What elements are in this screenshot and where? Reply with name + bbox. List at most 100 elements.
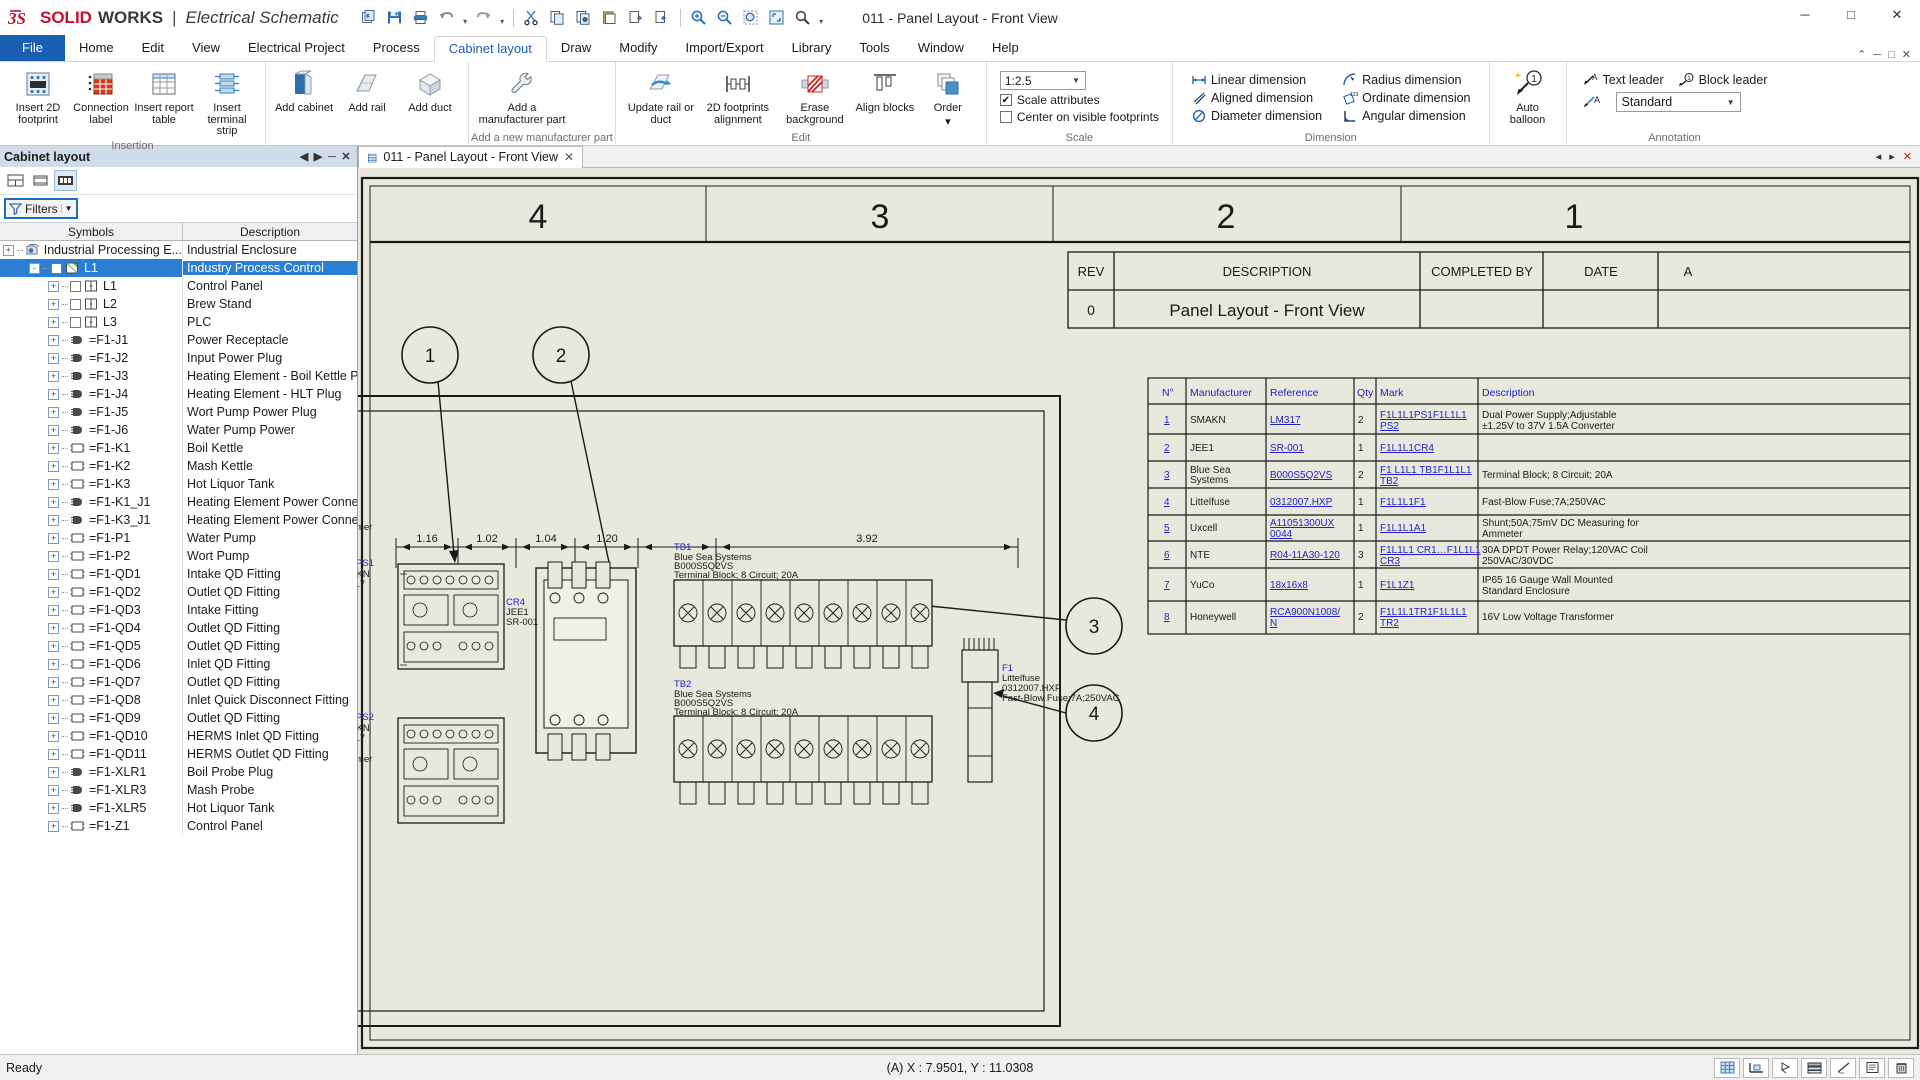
- center-on-visible-footprints-checkbox[interactable]: Center on visible footprints: [1000, 110, 1159, 124]
- tree-expand-icon[interactable]: +: [48, 317, 59, 328]
- tree-row-f1xlr5[interactable]: +=F1-XLR5Hot Liquor Tank: [0, 799, 357, 817]
- tree-row-f1j3[interactable]: +=F1-J3Heating Element - Boil Kettle Pl.…: [0, 367, 357, 385]
- chevron-down-icon[interactable]: ▼: [1727, 98, 1735, 107]
- maximize-button[interactable]: □: [1828, 0, 1874, 30]
- update-rail-or-duct-button[interactable]: Update rail or duct: [623, 65, 699, 128]
- insert-2d-footprint-button[interactable]: Insert 2D footprint: [7, 65, 69, 128]
- tab-draw[interactable]: Draw: [547, 35, 605, 61]
- radius-dimension-item[interactable]: Radius dimension: [1339, 72, 1473, 88]
- tree-row-checkbox[interactable]: [51, 263, 62, 274]
- tree-row-f1k2[interactable]: +=F1-K2Mash Kettle: [0, 457, 357, 475]
- component-tree[interactable]: +Industrial Processing E...Industrial En…: [0, 241, 357, 1054]
- tab-view[interactable]: View: [178, 35, 234, 61]
- tab-library[interactable]: Library: [778, 35, 846, 61]
- tree-row-f1k3j1[interactable]: +=F1-K3_J1Heating Element Power Conne...: [0, 511, 357, 529]
- scale-attributes-checkbox[interactable]: ✔ Scale attributes: [1000, 93, 1159, 107]
- tree-row-l1[interactable]: -L1Industry Process Control: [0, 259, 357, 277]
- connection-label-button[interactable]: Connection label: [70, 65, 132, 128]
- tree-expand-icon[interactable]: +: [48, 731, 59, 742]
- view-books-button[interactable]: [4, 170, 27, 191]
- tree-row-f1qd7[interactable]: +=F1-QD7Outlet QD Fitting: [0, 673, 357, 691]
- zoom-fit-icon[interactable]: [765, 6, 789, 30]
- scroll-tabs-right-icon[interactable]: ▸: [1889, 150, 1895, 163]
- close-button[interactable]: ✕: [1874, 0, 1920, 30]
- tree-row-l2[interactable]: +L2Brew Stand: [0, 295, 357, 313]
- tree-expand-icon[interactable]: +: [48, 821, 59, 832]
- ribbon-collapse-icon[interactable]: ⌃: [1857, 48, 1866, 61]
- order-button[interactable]: Order ▾: [917, 65, 979, 130]
- zoom-in-icon[interactable]: [687, 6, 711, 30]
- tree-row-f1z1[interactable]: +=F1-Z1Control Panel: [0, 817, 357, 835]
- tree-expand-icon[interactable]: +: [48, 623, 59, 634]
- document-tab-close-icon[interactable]: ✕: [564, 150, 574, 164]
- add-rail-button[interactable]: Add rail: [336, 65, 398, 117]
- tree-expand-icon[interactable]: +: [48, 479, 59, 490]
- cabinet-layout-filters-bar[interactable]: Filters ▼: [0, 195, 357, 222]
- customize-quick-access-icon[interactable]: ▾: [817, 7, 826, 29]
- copy-special-icon[interactable]: [572, 6, 596, 30]
- close-document-icon[interactable]: ✕: [1903, 150, 1912, 163]
- tab-tools[interactable]: Tools: [845, 35, 903, 61]
- cabinet-layout-panel-toolbar[interactable]: [0, 167, 357, 195]
- tab-modify[interactable]: Modify: [605, 35, 671, 61]
- document-close-icon[interactable]: ✕: [1902, 48, 1911, 61]
- tree-expand-icon[interactable]: +: [3, 245, 14, 256]
- tree-expand-icon[interactable]: +: [48, 605, 59, 616]
- search-icon[interactable]: [791, 6, 815, 30]
- new-document-icon[interactable]: [357, 6, 381, 30]
- add-cabinet-button[interactable]: Add cabinet: [273, 65, 335, 117]
- tree-expand-icon[interactable]: +: [48, 587, 59, 598]
- zoom-out-icon[interactable]: [713, 6, 737, 30]
- window-controls[interactable]: ─ □ ✕: [1782, 0, 1920, 36]
- tab-help[interactable]: Help: [978, 35, 1033, 61]
- tree-row-f1k3[interactable]: +=F1-K3Hot Liquor Tank: [0, 475, 357, 493]
- view-layout-button[interactable]: [54, 170, 77, 191]
- ordinate-dimension-item[interactable]: 123 Ordinate dimension: [1339, 90, 1473, 106]
- 2d-footprints-alignment-button[interactable]: 2D footprints alignment: [700, 65, 776, 128]
- quick-access-toolbar[interactable]: ▾ ▾: [357, 6, 826, 30]
- status-toggle-buttons[interactable]: [1714, 1058, 1914, 1078]
- tree-row-l1[interactable]: +L1Control Panel: [0, 277, 357, 295]
- print-preview-button[interactable]: [1859, 1058, 1885, 1078]
- tree-row-f1xlr1[interactable]: +=F1-XLR1Boil Probe Plug: [0, 763, 357, 781]
- delete-button[interactable]: [1888, 1058, 1914, 1078]
- tree-row-f1k1[interactable]: +=F1-K1Boil Kettle: [0, 439, 357, 457]
- tree-expand-icon[interactable]: +: [48, 443, 59, 454]
- snap-toggle-button[interactable]: [1772, 1058, 1798, 1078]
- tree-row-f1p2[interactable]: +=F1-P2Wort Pump: [0, 547, 357, 565]
- tree-row-f1qd3[interactable]: +=F1-QD3Intake Fitting: [0, 601, 357, 619]
- tree-expand-icon[interactable]: +: [48, 551, 59, 562]
- drawing-canvas[interactable]: 4 3 2 1 REV: [358, 168, 1920, 1054]
- document-tab-bar[interactable]: ▤ 011 - Panel Layout - Front View ✕ ◂ ▸ …: [358, 146, 1920, 168]
- view-cabinet-button[interactable]: [29, 170, 52, 191]
- save-icon[interactable]: [383, 6, 407, 30]
- tab-window[interactable]: Window: [904, 35, 978, 61]
- tree-row-f1xlr3[interactable]: +=F1-XLR3Mash Probe: [0, 781, 357, 799]
- import-icon[interactable]: [624, 6, 648, 30]
- tree-row-f1j1[interactable]: +=F1-J1Power Receptacle: [0, 331, 357, 349]
- export-icon[interactable]: [650, 6, 674, 30]
- layer-toggle-button[interactable]: [1801, 1058, 1827, 1078]
- tree-collapse-icon[interactable]: -: [29, 263, 40, 274]
- erase-background-button[interactable]: Erase background: [777, 65, 853, 128]
- print-icon[interactable]: [409, 6, 433, 30]
- tree-row-f1qd1[interactable]: +=F1-QD1Intake QD Fitting: [0, 565, 357, 583]
- tree-expand-icon[interactable]: +: [48, 299, 59, 310]
- tree-row-f1qd8[interactable]: +=F1-QD8Inlet Quick Disconnect Fitting: [0, 691, 357, 709]
- order-dropdown-icon[interactable]: ▾: [945, 117, 951, 129]
- tree-expand-icon[interactable]: +: [48, 767, 59, 778]
- panel-nav-right-button[interactable]: ▶: [311, 150, 325, 163]
- center-on-visible-footprints-checkbox-box[interactable]: [1000, 111, 1012, 123]
- document-maximize-icon[interactable]: □: [1888, 49, 1895, 61]
- diameter-dimension-item[interactable]: Diameter dimension: [1188, 108, 1325, 124]
- tree-row-checkbox[interactable]: [70, 317, 81, 328]
- scroll-tabs-left-icon[interactable]: ◂: [1876, 150, 1882, 163]
- scale-attributes-checkbox-box[interactable]: ✔: [1000, 94, 1012, 106]
- tree-row-f1j4[interactable]: +=F1-J4Heating Element - HLT Plug: [0, 385, 357, 403]
- tree-row-f1qd6[interactable]: +=F1-QD6Inlet QD Fitting: [0, 655, 357, 673]
- tree-row-f1qd9[interactable]: +=F1-QD9Outlet QD Fitting: [0, 709, 357, 727]
- panel-pin-button[interactable]: ─: [325, 151, 339, 163]
- add-manufacturer-part-button[interactable]: Add a manufacturer part: [476, 65, 568, 128]
- tree-expand-icon[interactable]: +: [48, 371, 59, 382]
- tree-expand-icon[interactable]: +: [48, 803, 59, 814]
